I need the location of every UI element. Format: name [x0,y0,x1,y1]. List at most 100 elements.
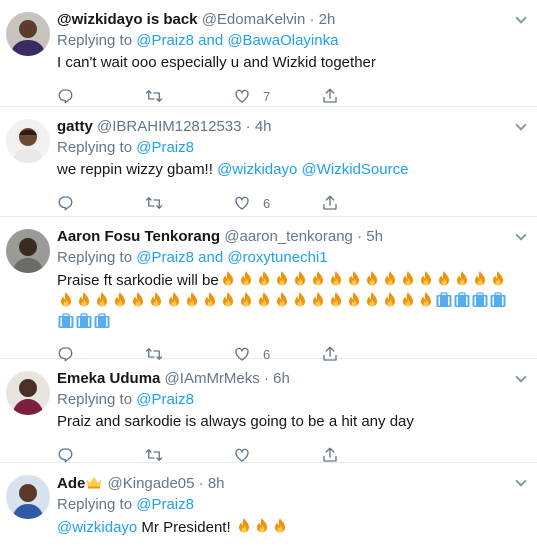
avatar[interactable] [6,475,50,519]
display-name[interactable]: Emeka Uduma [57,370,160,387]
mention-link[interactable]: @wizkidayo [57,519,137,536]
tweet-header: Ade @Kingade05 · 8h [57,473,525,494]
fire-emoji [147,291,165,309]
fire-emoji [255,291,273,309]
tweet-header: gatty @IBRAHIM12812533 · 4h [57,117,525,137]
rocket-ship-emoji [93,312,111,330]
replying-prefix: Replying to [57,32,133,49]
fire-emoji [201,291,219,309]
fire-emoji [363,291,381,309]
rocket-ship-emoji-row [435,293,507,310]
timestamp[interactable]: 6h [273,370,290,387]
fire-emoji [291,270,309,288]
separator-dot: · [245,118,251,135]
rocket-ship-emoji [435,291,453,309]
fire-emoji [93,291,111,309]
fire-emoji [129,291,147,309]
fire-emoji [381,291,399,309]
rocket-ship-emoji [453,291,471,309]
reply-button[interactable] [57,194,145,212]
replying-to-link[interactable]: @Praiz8 [136,391,194,408]
retweet-button[interactable] [145,87,233,105]
tweet[interactable]: gatty @IBRAHIM12812533 · 4h Replying to … [0,107,537,217]
display-name[interactable]: @wizkidayo is back [57,11,198,28]
avatar[interactable] [6,229,50,273]
fire-emoji [237,291,255,309]
retweet-icon [145,194,163,212]
share-button[interactable] [321,446,409,464]
tweet[interactable]: Aaron Fosu Tenkorang @aaron_tenkorang · … [0,217,537,359]
fire-emoji-row [57,293,435,310]
like-icon [233,446,251,464]
like-button[interactable]: 7 [233,87,321,105]
tweet-text-body: we reppin wizzy gbam!! [57,161,218,178]
retweet-icon [145,446,163,464]
replying-prefix: Replying to [57,496,133,513]
timestamp[interactable]: 2h [319,11,336,28]
fire-emoji [255,270,273,288]
reply-button[interactable] [57,446,145,464]
fire-emoji [291,291,309,309]
avatar[interactable] [6,371,50,415]
tweet-text-body: Mr President! [137,519,235,536]
replying-to-link[interactable]: @Praiz8 [136,496,194,513]
handle[interactable]: @IAmMrMeks [165,370,260,387]
display-name[interactable]: Ade [57,475,85,492]
avatar[interactable] [6,12,50,56]
fire-emoji [471,270,489,288]
share-icon [321,87,339,105]
separator-dot: · [198,475,204,492]
display-name[interactable]: Aaron Fosu Tenkorang [57,228,220,245]
handle[interactable]: @aaron_tenkorang [224,228,353,245]
tweet-header: Emeka Uduma @IAmMrMeks · 6h [57,369,525,389]
tweet[interactable]: @wizkidayo is back @EdomaKelvin · 2h Rep… [0,0,537,107]
retweet-button[interactable] [145,446,233,464]
reply-button[interactable] [57,87,145,105]
replying-to: Replying to @Praiz8 [57,390,525,410]
share-button[interactable] [321,87,409,105]
retweet-button[interactable] [145,194,233,212]
fire-emoji [273,291,291,309]
rocket-ship-emoji [75,312,93,330]
mention-link[interactable]: @wizkidayo [217,161,297,178]
handle[interactable]: @Kingade05 [108,475,195,492]
timestamp[interactable]: 8h [208,475,225,492]
replying-to-link[interactable]: @Praiz8 and @BawaOlayinka [136,32,338,49]
separator-dot: · [357,228,363,245]
fire-emoji-row [235,519,289,536]
tweet-text-body: Praise ft sarkodie will be [57,272,219,289]
tweet-actions: 6 [57,188,525,218]
fire-emoji [57,291,75,309]
fire-emoji [381,270,399,288]
replying-prefix: Replying to [57,391,133,408]
timestamp[interactable]: 4h [255,118,272,135]
tweet[interactable]: Ade @Kingade05 · 8h Replying to @Praiz8 … [0,463,537,553]
tweet-text: we reppin wizzy gbam!! @wizkidayo @Wizki… [57,160,525,180]
mention-link[interactable]: @WizkidSource [302,161,409,178]
fire-emoji [417,291,435,309]
separator-dot: · [263,370,269,387]
replying-to-link[interactable]: @Praiz8 and @roxytunechi1 [136,249,327,266]
fire-emoji [165,291,183,309]
avatar[interactable] [6,119,50,163]
share-button[interactable] [321,194,409,212]
replying-prefix: Replying to [57,249,133,266]
replying-to: Replying to @Praiz8 and @BawaOlayinka [57,31,525,51]
like-button[interactable] [233,446,321,464]
timestamp[interactable]: 5h [366,228,383,245]
fire-emoji [75,291,93,309]
like-button[interactable]: 6 [233,194,321,212]
tweet[interactable]: Emeka Uduma @IAmMrMeks · 6h Replying to … [0,359,537,463]
share-icon [321,194,339,212]
display-name[interactable]: gatty [57,118,93,135]
like-icon [233,194,251,212]
fire-emoji [489,270,507,288]
handle[interactable]: @EdomaKelvin [202,11,306,28]
tweet-text: Praiz and sarkodie is always going to be… [57,413,414,430]
fire-emoji [417,270,435,288]
fire-emoji [183,291,201,309]
fire-emoji [237,270,255,288]
replying-to-link[interactable]: @Praiz8 [136,139,194,156]
handle[interactable]: @IBRAHIM12812533 [97,118,241,135]
fire-emoji [435,270,453,288]
